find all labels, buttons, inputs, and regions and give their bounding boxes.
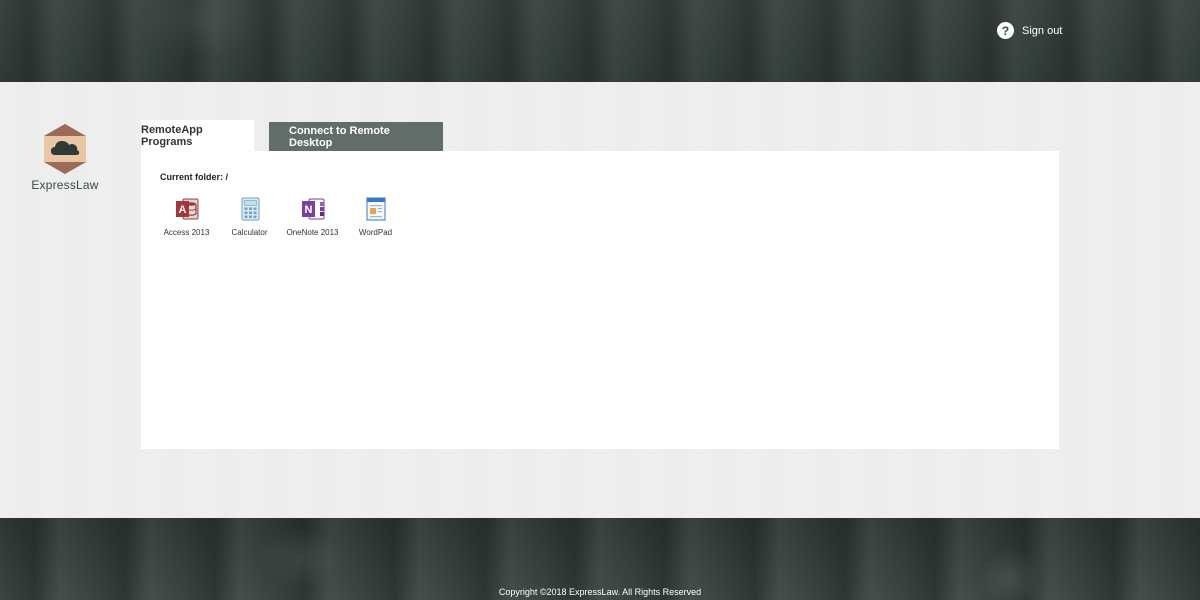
app-wordpad[interactable]: WordPad [344, 196, 407, 238]
access-icon: A [175, 198, 198, 220]
app-label[interactable]: WordPad [348, 228, 404, 238]
main-area: ExpressLaw RemoteApp Programs Connect to… [0, 82, 1200, 518]
cloud-hexagon-icon [44, 124, 86, 174]
signout-label[interactable]: Sign out [1022, 25, 1062, 37]
tab-connect-remote-desktop[interactable]: Connect to Remote Desktop [269, 122, 443, 151]
header-bar: ? Sign out [0, 0, 1200, 82]
svg-text:N: N [304, 204, 312, 216]
help-icon[interactable]: ? [997, 22, 1014, 39]
app-label[interactable]: OneNote 2013 [285, 228, 341, 238]
footer-bar: Copyright ©2018 ExpressLaw. All Rights R… [0, 518, 1200, 600]
app-label[interactable]: Calculator [222, 228, 278, 238]
tab-remoteapp-programs[interactable]: RemoteApp Programs [141, 120, 254, 151]
app-calculator[interactable]: Calculator [218, 196, 281, 238]
wordpad-icon [366, 197, 385, 221]
app-list: A Access 2013 Calculator N OneNote 2013 … [155, 196, 407, 238]
calculator-icon [241, 197, 259, 221]
onenote-icon: N [301, 198, 324, 220]
signout-button[interactable]: ? Sign out [997, 22, 1062, 39]
brand-logo: ExpressLaw [30, 122, 100, 192]
app-access-2013[interactable]: A Access 2013 [155, 196, 218, 238]
tab-bar: RemoteApp Programs Connect to Remote Des… [141, 120, 443, 151]
app-label[interactable]: Access 2013 [159, 228, 215, 238]
copyright-text: Copyright ©2018 ExpressLaw. All Rights R… [498, 587, 702, 597]
programs-panel: Current folder: / A Access 2013 Calculat… [141, 151, 1059, 449]
current-folder-label: Current folder: / [160, 172, 229, 182]
brand-name: ExpressLaw [31, 178, 99, 192]
app-onenote-2013[interactable]: N OneNote 2013 [281, 196, 344, 238]
svg-text:A: A [178, 204, 186, 216]
